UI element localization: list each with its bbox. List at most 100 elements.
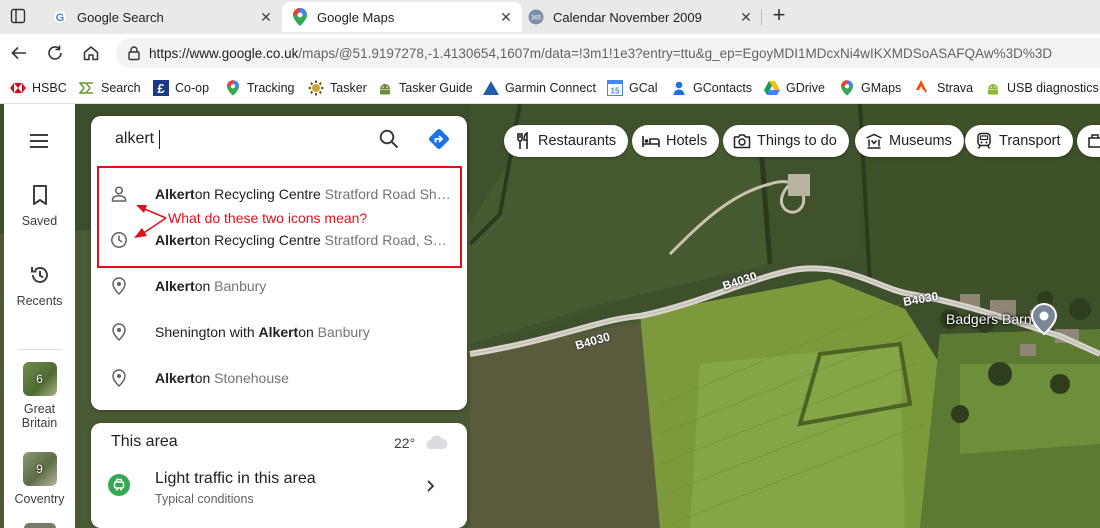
close-icon[interactable]: ✕ <box>258 9 274 26</box>
bookmarks-bar: HSBC Search £ Co-op Tracking Tasker Task… <box>0 72 1100 104</box>
reload-button[interactable] <box>44 42 66 64</box>
address-toolbar: https://www.google.co.uk/maps/@51.919727… <box>0 34 1100 72</box>
traffic-icon <box>108 474 130 496</box>
chevron-right-icon <box>423 479 437 493</box>
bookmark-label: Garmin Connect <box>505 81 597 95</box>
suggestion-text: Alkerton Stonehouse <box>155 370 289 386</box>
bookmark-gcal[interactable]: 15 GCal <box>607 80 657 96</box>
hamburger-menu-icon <box>30 134 48 148</box>
chip-label: Transport <box>999 133 1061 149</box>
place-label[interactable]: Badgers Barn <box>946 311 1032 327</box>
rail-divider <box>18 349 62 350</box>
suggestion-item[interactable]: Alkerton Banbury <box>91 264 467 308</box>
bookmark-gmaps[interactable]: GMaps <box>839 80 901 96</box>
bookmark-label: Co-op <box>175 81 210 95</box>
google-g-icon: G <box>52 9 68 25</box>
contacts-icon <box>671 80 687 96</box>
suggestion-item[interactable]: Alkerton Stonehouse <box>91 356 467 400</box>
side-rail: Saved Recents 6 Great Britain 9 Coventry <box>4 104 75 528</box>
chip-label: Things to do <box>757 133 837 149</box>
place-label: Great <box>23 402 56 416</box>
back-arrow-icon <box>11 46 26 60</box>
bookmark-coop[interactable]: £ Co-op <box>153 80 209 96</box>
back-button[interactable] <box>8 42 30 64</box>
saved-button[interactable]: Saved <box>4 184 75 228</box>
place-thumbnail-partial <box>24 523 56 528</box>
annotation-text: What do these two icons mean? <box>168 210 368 226</box>
new-tab-button[interactable]: + <box>768 4 790 28</box>
bookmark-usb-diagnostics[interactable]: USB diagnostics <box>985 80 1099 96</box>
suggestion-text: Alkerton Banbury <box>155 278 267 294</box>
place-pin-icon <box>109 368 129 388</box>
place-pin-icon <box>109 322 129 342</box>
tab-google-maps[interactable]: Google Maps ✕ <box>282 2 522 32</box>
bookmark-label: USB diagnostics <box>1007 81 1099 95</box>
svg-text:15: 15 <box>611 87 620 96</box>
tab-calendar[interactable]: 365 Calendar November 2009 ✕ <box>522 2 762 32</box>
close-icon[interactable]: ✕ <box>738 9 754 26</box>
bookmark-label: Search <box>101 81 141 95</box>
directions-button[interactable] <box>428 128 450 150</box>
camera-icon <box>733 132 751 150</box>
bookmark-search[interactable]: Search <box>79 80 141 96</box>
bookmark-label: Tasker Guide <box>399 81 473 95</box>
android-icon <box>985 80 1001 96</box>
android-icon <box>377 80 393 96</box>
close-icon[interactable]: ✕ <box>498 9 514 26</box>
search-bookmark-icon <box>79 80 95 96</box>
count-badge: 6 <box>36 372 43 386</box>
bookmark-gdrive[interactable]: GDrive <box>764 80 825 96</box>
chip-label: Museums <box>889 133 952 149</box>
site-info-icon[interactable] <box>126 45 142 61</box>
cloud-icon <box>425 433 449 451</box>
search-button[interactable] <box>378 128 400 150</box>
tab-title: Google Search <box>77 9 164 25</box>
area-title: This area <box>111 433 178 450</box>
bookmark-strava[interactable]: Strava <box>915 80 973 96</box>
bookmark-hsbc[interactable]: HSBC <box>10 80 67 96</box>
bookmark-tasker[interactable]: Tasker <box>308 80 367 96</box>
svg-text:G: G <box>56 12 65 24</box>
bookmark-tasker-guide[interactable]: Tasker Guide <box>377 80 473 96</box>
search-input[interactable]: alkert <box>91 116 371 162</box>
menu-button[interactable] <box>28 132 50 150</box>
search-icon <box>379 129 399 149</box>
tab-actions-icon[interactable] <box>10 8 26 24</box>
bookmark-garmin[interactable]: Garmin Connect <box>483 80 596 96</box>
place-thumbnail: 9 <box>22 452 57 486</box>
url-text[interactable]: https://www.google.co.uk/maps/@51.919727… <box>149 46 1052 61</box>
more-category-icon <box>1087 132 1100 150</box>
recent-place-coventry[interactable]: 9 Coventry <box>4 452 75 506</box>
svg-text:365: 365 <box>531 16 542 22</box>
count-badge: 9 <box>36 462 43 476</box>
bookmark-label: Tracking <box>247 81 295 95</box>
saved-label: Saved <box>21 214 58 228</box>
traffic-subtitle: Typical conditions <box>155 492 254 506</box>
home-icon <box>83 46 99 61</box>
hotel-icon <box>642 132 660 150</box>
address-bar[interactable]: https://www.google.co.uk/maps/@51.919727… <box>116 38 1100 68</box>
bookmark-label: GCal <box>629 81 658 95</box>
url-path: /maps/@51.9197278,-1.4130654,1607m/data=… <box>298 46 1053 61</box>
place-pin-icon <box>109 276 129 296</box>
chip-transport[interactable]: Transport <box>965 125 1073 157</box>
chip-hotels[interactable]: Hotels <box>632 125 720 157</box>
chip-things-to-do[interactable]: Things to do <box>723 125 849 157</box>
directions-icon <box>429 129 449 149</box>
gcal-icon: 15 <box>607 80 623 96</box>
bookmark-label: GContacts <box>693 81 753 95</box>
bookmark-tracking[interactable]: Tracking <box>225 80 294 96</box>
tab-google-search[interactable]: G Google Search ✕ <box>42 2 282 32</box>
bookmark-gcontacts[interactable]: GContacts <box>671 80 752 96</box>
suggestion-item[interactable]: Shenington with Alkerton Banbury <box>91 310 467 354</box>
chip-museums[interactable]: Museums <box>855 125 964 157</box>
place-marker-icon[interactable] <box>1030 302 1058 336</box>
home-button[interactable] <box>80 42 102 64</box>
road-label-b4030-partial <box>1076 344 1100 358</box>
recent-place-great-britain[interactable]: 6 Great Britain <box>4 362 75 430</box>
chip-restaurants[interactable]: Restaurants <box>504 125 629 157</box>
calendar-365-icon: 365 <box>528 9 544 25</box>
bookmark-label: Tasker <box>330 81 367 95</box>
recents-button[interactable]: Recents <box>4 264 75 308</box>
traffic-row[interactable]: Light traffic in this area Typical condi… <box>91 467 467 517</box>
